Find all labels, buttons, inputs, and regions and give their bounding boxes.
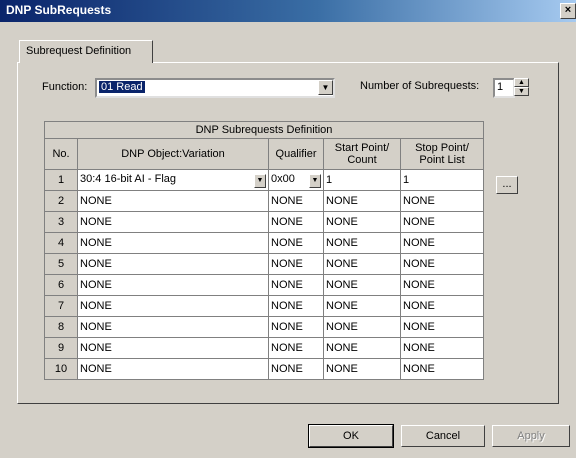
table-row: 9 NONE NONE NONE NONE: [44, 337, 484, 359]
object-variation-cell[interactable]: NONE: [77, 232, 269, 254]
window-title: DNP SubRequests: [6, 3, 112, 17]
stop-point-cell[interactable]: NONE: [400, 316, 484, 338]
object-variation-cell[interactable]: NONE: [77, 274, 269, 296]
row-number: 1: [44, 169, 78, 191]
object-variation-cell[interactable]: 30:4 16-bit AI - Flag ▼: [77, 169, 269, 191]
close-button[interactable]: ×: [560, 3, 576, 19]
table-row: 1 30:4 16-bit AI - Flag ▼ 0x00 ▼ 1 1: [44, 169, 484, 191]
qualifier-cell[interactable]: NONE: [268, 295, 324, 317]
function-label: Function:: [42, 81, 88, 93]
subrequests-value: 1: [497, 81, 504, 93]
qualifier-cell[interactable]: 0x00 ▼: [268, 169, 324, 191]
stop-point-cell[interactable]: NONE: [400, 358, 484, 380]
stop-point-cell[interactable]: NONE: [400, 295, 484, 317]
spin-down-button[interactable]: ▼: [514, 87, 529, 96]
ok-button[interactable]: OK: [308, 424, 394, 448]
function-select[interactable]: 01 Read ▼: [95, 78, 335, 98]
start-point-cell[interactable]: NONE: [323, 232, 401, 254]
qualifier-cell[interactable]: NONE: [268, 253, 324, 275]
row-number: 9: [44, 337, 78, 359]
title-bar[interactable]: DNP SubRequests ×: [0, 0, 576, 22]
start-point-cell[interactable]: NONE: [323, 253, 401, 275]
chevron-down-icon[interactable]: ▼: [254, 173, 266, 188]
stop-point-cell[interactable]: NONE: [400, 232, 484, 254]
table-row: 3 NONE NONE NONE NONE: [44, 211, 484, 233]
qualifier-cell[interactable]: NONE: [268, 190, 324, 212]
tab-subrequest-definition[interactable]: Subrequest Definition: [19, 40, 153, 63]
function-value: 01 Read: [99, 81, 145, 93]
start-point-cell[interactable]: NONE: [323, 316, 401, 338]
start-point-cell[interactable]: NONE: [323, 295, 401, 317]
table-row: 7 NONE NONE NONE NONE: [44, 295, 484, 317]
chevron-down-icon[interactable]: ▼: [309, 173, 321, 188]
stop-point-cell[interactable]: NONE: [400, 190, 484, 212]
qualifier-cell[interactable]: NONE: [268, 358, 324, 380]
dialog-window: DNP SubRequests × Subrequest Definition …: [0, 0, 576, 458]
row-number: 4: [44, 232, 78, 254]
table-row: 8 NONE NONE NONE NONE: [44, 316, 484, 338]
object-variation-cell[interactable]: NONE: [77, 316, 269, 338]
tab-label: Subrequest Definition: [26, 45, 132, 57]
browse-button[interactable]: ...: [496, 176, 518, 194]
object-variation-cell[interactable]: NONE: [77, 211, 269, 233]
object-variation-cell[interactable]: NONE: [77, 337, 269, 359]
cancel-button[interactable]: Cancel: [401, 425, 485, 447]
start-point-cell[interactable]: NONE: [323, 190, 401, 212]
row-number: 6: [44, 274, 78, 296]
col-header-start: Start Point/ Count: [323, 138, 401, 170]
start-point-cell[interactable]: NONE: [323, 337, 401, 359]
row-number: 10: [44, 358, 78, 380]
subrequests-input[interactable]: 1: [493, 78, 515, 98]
subrequests-table: DNP Subrequests Definition No. DNP Objec…: [44, 121, 484, 380]
spin-up-button[interactable]: ▲: [514, 78, 529, 87]
qualifier-cell[interactable]: NONE: [268, 211, 324, 233]
row-number: 3: [44, 211, 78, 233]
row-number: 5: [44, 253, 78, 275]
table-row: 2 NONE NONE NONE NONE: [44, 190, 484, 212]
col-header-qualifier: Qualifier: [268, 138, 324, 170]
table-row: 4 NONE NONE NONE NONE: [44, 232, 484, 254]
object-variation-cell[interactable]: NONE: [77, 253, 269, 275]
object-variation-value: 30:4 16-bit AI - Flag: [80, 172, 176, 185]
start-point-cell[interactable]: NONE: [323, 274, 401, 296]
table-caption: DNP Subrequests Definition: [44, 121, 484, 139]
col-header-stop: Stop Point/ Point List: [400, 138, 484, 170]
qualifier-cell[interactable]: NONE: [268, 274, 324, 296]
stop-point-cell[interactable]: NONE: [400, 211, 484, 233]
chevron-down-icon[interactable]: ▼: [318, 80, 333, 95]
subrequests-label: Number of Subrequests:: [360, 80, 480, 92]
row-number: 7: [44, 295, 78, 317]
col-header-no: No.: [44, 138, 78, 170]
start-point-cell[interactable]: NONE: [323, 211, 401, 233]
qualifier-value: 0x00: [271, 172, 295, 185]
table-row: 5 NONE NONE NONE NONE: [44, 253, 484, 275]
row-number: 8: [44, 316, 78, 338]
table-row: 10 NONE NONE NONE NONE: [44, 358, 484, 380]
stop-point-cell[interactable]: 1: [400, 169, 484, 191]
table-row: 6 NONE NONE NONE NONE: [44, 274, 484, 296]
start-point-cell[interactable]: 1: [323, 169, 401, 191]
qualifier-cell[interactable]: NONE: [268, 337, 324, 359]
stop-point-cell[interactable]: NONE: [400, 253, 484, 275]
object-variation-cell[interactable]: NONE: [77, 190, 269, 212]
row-number: 2: [44, 190, 78, 212]
start-point-cell[interactable]: NONE: [323, 358, 401, 380]
qualifier-cell[interactable]: NONE: [268, 316, 324, 338]
stop-point-cell[interactable]: NONE: [400, 337, 484, 359]
object-variation-cell[interactable]: NONE: [77, 295, 269, 317]
apply-button[interactable]: Apply: [492, 425, 570, 447]
col-header-object: DNP Object:Variation: [77, 138, 269, 170]
qualifier-cell[interactable]: NONE: [268, 232, 324, 254]
object-variation-cell[interactable]: NONE: [77, 358, 269, 380]
stop-point-cell[interactable]: NONE: [400, 274, 484, 296]
